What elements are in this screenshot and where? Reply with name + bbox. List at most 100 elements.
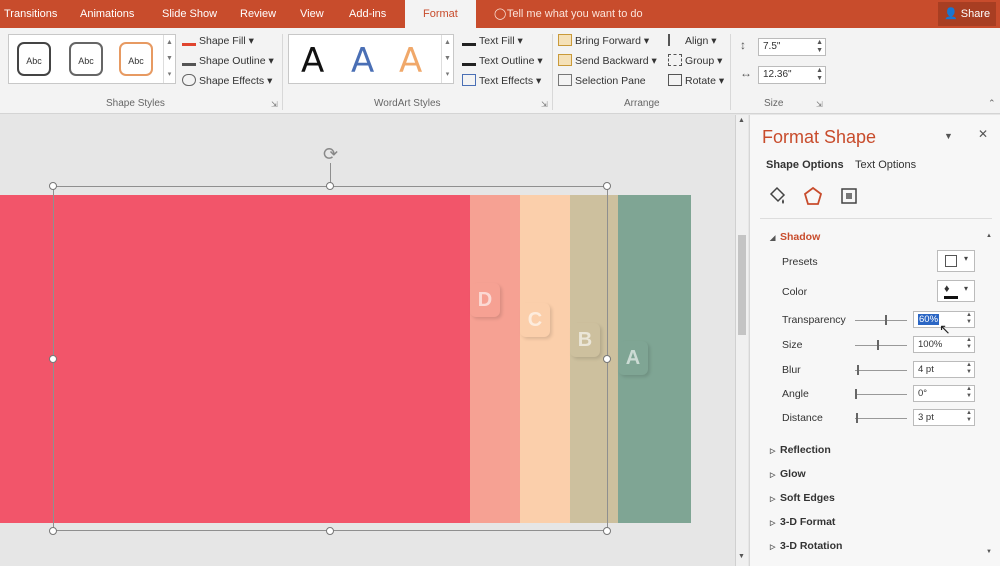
resize-handle-top-left[interactable] (49, 182, 57, 190)
section-3d-format[interactable]: ▷ 3-D Format (770, 516, 835, 528)
blur-input[interactable]: 4 pt ▲ ▼ (913, 361, 975, 378)
size-properties-icon[interactable] (838, 185, 860, 207)
resize-handle-top-right[interactable] (603, 182, 611, 190)
group-button[interactable]: Group ▾ (668, 52, 722, 70)
effects-pentagon-icon[interactable] (802, 185, 824, 207)
fill-line-icon[interactable] (766, 185, 788, 207)
shape-styles-gallery: Abc Abc Abc ▲ ▼ ▾ (8, 34, 176, 84)
tab-transitions[interactable]: Transitions (4, 0, 57, 28)
tell-me-search[interactable]: ◯ Tell me what you want to do (494, 0, 643, 28)
spin-arrows-icon[interactable]: ▲ ▼ (966, 337, 972, 351)
scrollbar-thumb[interactable] (738, 235, 746, 335)
tab-animations[interactable]: Animations (80, 0, 134, 28)
slider-thumb[interactable] (877, 340, 879, 350)
resize-handle-left[interactable] (49, 355, 57, 363)
section-glow-label: Glow (780, 468, 806, 480)
bring-forward-button[interactable]: Bring Forward ▾ (558, 32, 649, 50)
collapse-ribbon-icon[interactable]: ⌃ (988, 98, 996, 109)
dialog-launcher-icon[interactable]: ⇲ (816, 100, 823, 109)
rotate-button[interactable]: Rotate ▾ (668, 72, 724, 90)
canvas-vertical-scrollbar[interactable]: ▲ ▼ (735, 115, 748, 566)
shape-style-thumb[interactable]: Abc (119, 42, 153, 76)
wordart-style-blue[interactable]: A (351, 41, 374, 81)
group-separator (552, 34, 553, 110)
tab-format[interactable]: Format (405, 0, 476, 30)
resize-handle-bottom[interactable] (326, 527, 334, 535)
resize-handle-top[interactable] (326, 182, 334, 190)
shape-style-thumb[interactable]: Abc (17, 42, 51, 76)
shape-style-thumb[interactable]: Abc (69, 42, 103, 76)
pane-options-icon[interactable]: ▼ (944, 131, 953, 141)
align-button[interactable]: Align ▾ (668, 32, 717, 50)
spin-arrows-icon[interactable]: ▲ ▼ (816, 67, 823, 83)
spin-arrows-icon[interactable]: ▲ ▼ (966, 362, 972, 376)
tab-view[interactable]: View (300, 0, 324, 28)
send-backward-button[interactable]: Send Backward ▾ (558, 52, 657, 70)
rotate-handle-icon[interactable]: ⟳ (320, 144, 341, 165)
angle-slider[interactable] (855, 389, 907, 399)
wordart-style-black[interactable]: A (301, 41, 324, 81)
text-fill-button[interactable]: Text Fill ▾ (462, 32, 523, 50)
color-strip-a[interactable]: A (618, 195, 691, 523)
ribbon-tab-bar: Transitions Animations Slide Show Review… (0, 0, 1000, 30)
shape-height-input[interactable]: 7.5" ▲ ▼ (758, 38, 826, 56)
dialog-launcher-icon[interactable]: ⇲ (541, 100, 548, 109)
size-slider[interactable] (855, 340, 907, 350)
shape-outline-button[interactable]: Shape Outline ▾ (182, 52, 274, 70)
share-button[interactable]: 👤 Share (938, 2, 996, 26)
resize-handle-bottom-left[interactable] (49, 527, 57, 535)
slider-thumb[interactable] (856, 413, 858, 423)
color-strip-d[interactable]: D (470, 195, 520, 523)
shape-width-input[interactable]: 12.36" ▲ ▼ (758, 66, 826, 84)
scroll-up-icon[interactable]: ▲ (738, 117, 745, 124)
ribbon: Abc Abc Abc ▲ ▼ ▾ Shape Fill ▾ Shape Outli… (0, 28, 1000, 114)
person-icon: 👤 (944, 8, 958, 20)
slider-thumb[interactable] (885, 315, 887, 325)
section-3d-rotation[interactable]: ▷ 3-D Rotation (770, 540, 842, 552)
slider-thumb[interactable] (855, 389, 857, 399)
shape-fill-button[interactable]: Shape Fill ▾ (182, 32, 254, 50)
shadow-color-dropdown[interactable]: ♦ ▾ (937, 280, 975, 302)
section-soft-edges[interactable]: ▷ Soft Edges (770, 492, 835, 504)
section-reflection[interactable]: ▷ Reflection (770, 444, 831, 456)
pane-scrollbar[interactable]: ▲ ▼ (986, 233, 994, 563)
transparency-slider[interactable] (855, 315, 907, 325)
gallery-scroll[interactable]: ▲ ▼ ▾ (163, 35, 175, 83)
angle-input[interactable]: 0° ▲ ▼ (913, 385, 975, 402)
text-effects-button[interactable]: Text Effects ▾ (462, 72, 541, 90)
spin-arrows-icon[interactable]: ▲ ▼ (966, 386, 972, 400)
group-label-size: Size (764, 98, 784, 109)
color-strip-main[interactable] (0, 195, 470, 523)
size-input[interactable]: 100% ▲ ▼ (913, 336, 975, 353)
color-strip-c[interactable]: C (520, 195, 570, 523)
scroll-down-icon[interactable]: ▼ (738, 553, 745, 560)
tab-shape-options[interactable]: Shape Options (766, 159, 844, 171)
section-glow[interactable]: ▷ Glow (770, 468, 806, 480)
scroll-up-icon[interactable]: ▲ (986, 233, 992, 239)
slider-thumb[interactable] (857, 365, 859, 375)
tab-slideshow[interactable]: Slide Show (162, 0, 217, 28)
spin-arrows-icon[interactable]: ▲ ▼ (816, 39, 823, 55)
shape-effects-button[interactable]: Shape Effects ▾ (182, 72, 272, 90)
tab-addins[interactable]: Add-ins (349, 0, 386, 28)
text-outline-button[interactable]: Text Outline ▾ (462, 52, 543, 70)
pane-divider (760, 218, 992, 219)
chevron-down-icon: ▾ (964, 284, 969, 293)
selection-pane-button[interactable]: Selection Pane (558, 72, 646, 90)
shadow-presets-dropdown[interactable]: ▾ (937, 250, 975, 272)
resize-handle-right[interactable] (603, 355, 611, 363)
gallery-scroll[interactable]: ▲ ▼ ▾ (441, 35, 453, 83)
spin-arrows-icon[interactable]: ▲ ▼ (966, 410, 972, 424)
blur-slider[interactable] (855, 365, 907, 375)
wordart-style-orange[interactable]: A (399, 41, 422, 81)
scroll-down-icon[interactable]: ▼ (986, 549, 992, 555)
tab-text-options[interactable]: Text Options (855, 159, 916, 171)
distance-slider[interactable] (855, 413, 907, 423)
resize-handle-bottom-right[interactable] (603, 527, 611, 535)
section-shadow[interactable]: ◢ Shadow (770, 231, 820, 243)
dialog-launcher-icon[interactable]: ⇲ (271, 100, 278, 109)
distance-input[interactable]: 3 pt ▲ ▼ (913, 409, 975, 426)
tab-review[interactable]: Review (240, 0, 276, 28)
close-icon[interactable]: ✕ (978, 127, 988, 141)
spin-arrows-icon[interactable]: ▲ ▼ (966, 312, 972, 326)
